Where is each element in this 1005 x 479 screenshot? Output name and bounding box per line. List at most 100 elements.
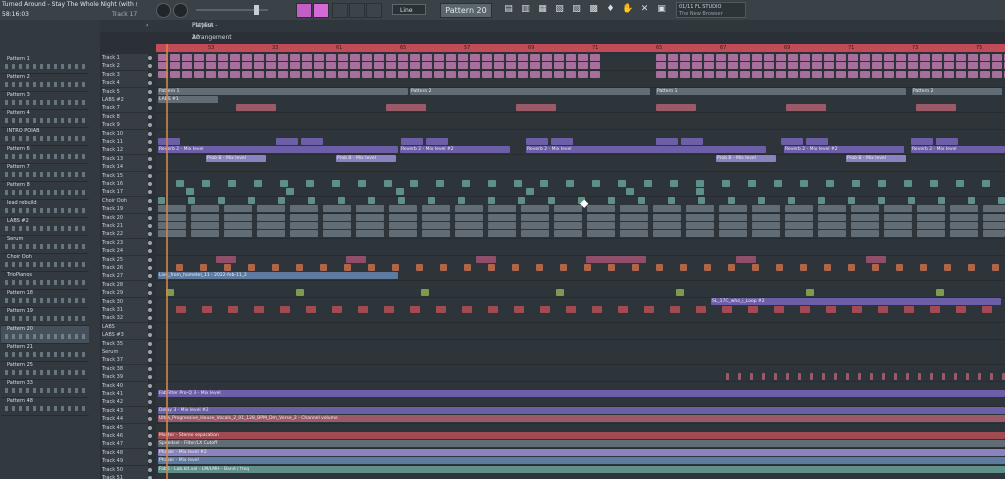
pattern-clip[interactable] [590,62,600,70]
pattern-clip[interactable] [458,62,468,70]
track-mute-icon[interactable] [148,131,152,136]
pattern-clip[interactable] [884,213,912,221]
track-mute-icon[interactable] [148,81,152,86]
track-label[interactable]: LABS [102,322,148,331]
track-label[interactable]: Track 42 [102,398,148,407]
pattern-clip[interactable] [194,70,204,78]
track-label[interactable]: Track 22 [102,230,148,239]
pattern-clip[interactable] [740,54,750,61]
pattern-clip[interactable] [440,264,447,271]
pattern-clip[interactable] [800,264,807,271]
pattern-clip[interactable] [470,70,480,78]
track-label[interactable]: Track 45 [102,423,148,432]
track-label[interactable]: LABS #3 [102,331,148,340]
pattern-item[interactable]: Pattern 8 [1,182,89,200]
pattern-clip[interactable] [158,138,180,145]
pattern-clip[interactable] [290,230,318,238]
pattern-clip[interactable] [526,188,534,196]
pattern-clip[interactable] [644,306,654,313]
pattern-clip[interactable] [590,70,600,78]
pattern-clip[interactable] [774,180,782,187]
pattern-clip[interactable] [230,70,240,78]
track-mute-icon[interactable] [148,467,152,472]
track-label[interactable]: Track 2 [102,62,148,71]
pattern-clip[interactable] [290,213,318,221]
touch-icon[interactable]: ✋ [622,4,633,15]
pattern-clip[interactable] [416,264,423,271]
pattern-clip[interactable] [254,306,264,313]
pattern-clip[interactable] [494,54,504,61]
pattern-item[interactable]: Pattern 20 [1,326,89,344]
pattern-clip[interactable] [266,70,276,78]
track-label[interactable]: Track 16 [102,180,148,188]
track-label[interactable]: Track 5 [102,87,148,96]
pattern-clip[interactable] [542,54,552,61]
pattern-clip[interactable] [278,70,288,78]
pattern-clip[interactable] [836,62,846,70]
piano-roll-icon[interactable]: ▦ [537,4,548,15]
pattern-clip[interactable] [518,54,528,61]
pattern-clip[interactable] [810,373,813,381]
pattern-clip[interactable] [944,264,951,271]
track-label[interactable]: Track 38 [102,364,148,373]
track-label[interactable]: Track 51 [102,474,148,479]
pattern-clip[interactable] [566,70,576,78]
pattern-clip[interactable]: Phaser - Mix level [158,457,1005,465]
pattern-clip[interactable] [788,196,795,204]
pattern-clip[interactable] [554,222,582,229]
pattern-clip[interactable] [980,62,990,70]
track-mute-icon[interactable] [148,341,152,346]
pattern-clip[interactable] [224,205,252,213]
pattern-clip[interactable] [356,213,384,221]
track-label[interactable]: Track 40 [102,381,148,390]
pattern-clip[interactable] [526,138,548,145]
pattern-clip[interactable] [653,213,681,221]
pattern-clip[interactable] [332,306,342,313]
pattern-clip[interactable] [728,70,738,78]
pattern-clip[interactable] [218,54,228,61]
pattern-clip[interactable] [410,62,420,70]
pattern-clip[interactable] [323,230,351,238]
pattern-clip[interactable] [824,70,834,78]
pattern-clip[interactable] [983,230,1005,238]
pattern-item[interactable]: Pattern 2 [1,74,89,92]
pattern-clip[interactable] [608,196,615,204]
pattern-clip[interactable] [455,230,483,238]
pattern-clip[interactable] [848,70,858,78]
pattern-clip[interactable] [542,70,552,78]
pattern-clip[interactable] [748,306,758,313]
pattern-clip[interactable] [826,306,836,313]
pattern-clip[interactable] [908,196,915,204]
pattern-mode-button[interactable] [296,3,312,18]
pattern-clip[interactable] [696,180,704,187]
pattern-clip[interactable] [884,54,894,61]
pattern-clip[interactable] [422,205,450,213]
pattern-clip[interactable] [936,289,944,297]
pattern-clip[interactable]: Master - Stereo separation [158,432,1005,439]
pattern-clip[interactable] [436,306,446,313]
pattern-clip[interactable] [158,230,186,238]
pattern-clip[interactable] [870,373,873,381]
pattern-clip[interactable] [554,230,582,238]
pattern-clip[interactable] [788,70,798,78]
pattern-clip[interactable] [398,54,408,61]
pattern-clip[interactable] [681,138,703,145]
pattern-clip[interactable] [653,205,681,213]
pattern-clip[interactable] [170,62,180,70]
pattern-clip[interactable]: Prob B - Mix level [336,154,396,162]
pattern-clip[interactable] [680,62,690,70]
track-mute-icon[interactable] [148,148,152,153]
track-mute-icon[interactable] [148,324,152,329]
pattern-clip[interactable] [752,230,780,238]
pattern-clip[interactable] [494,70,504,78]
timeline-ruler[interactable]: 53 33 61 65 57 69 71 65 67 69 71 73 75 [156,44,1005,52]
pattern-clip[interactable] [587,222,615,229]
track-label[interactable]: Track 14 [102,163,148,172]
pattern-item[interactable]: Pattern 4 [1,110,89,128]
pattern-clip[interactable] [482,62,492,70]
pattern-clip[interactable] [851,213,879,221]
pattern-clip[interactable] [410,54,420,61]
pattern-clip[interactable] [896,70,906,78]
pattern-item[interactable]: Pattern 3 [1,92,89,110]
pattern-clip[interactable] [752,70,762,78]
